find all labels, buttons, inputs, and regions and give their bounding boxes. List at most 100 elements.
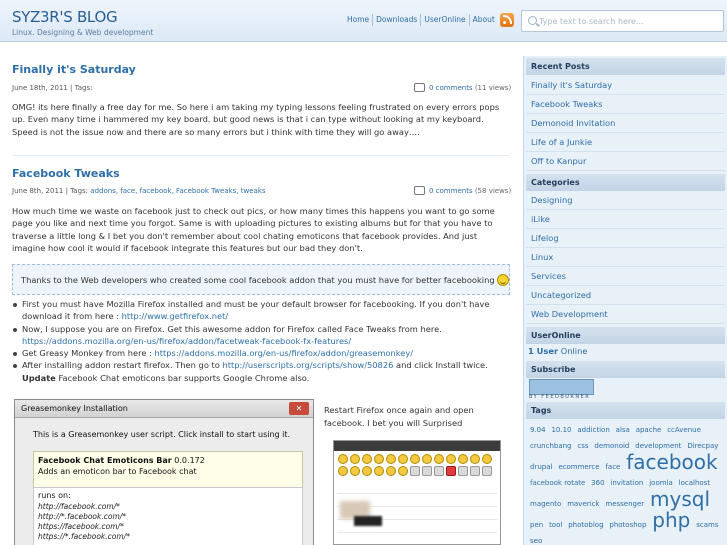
recent-posts-heading: Recent Posts (526, 58, 725, 75)
category-link[interactable]: iLike (526, 210, 725, 229)
close-icon: ✕ (289, 402, 309, 415)
category-link[interactable]: Lifelog (526, 229, 725, 248)
views-count: (58 views) (474, 187, 512, 195)
tag-link[interactable]: ecommerce (558, 463, 599, 471)
tag-link[interactable]: facebook rotate (530, 479, 585, 487)
tag-link[interactable]: maverick (567, 500, 599, 508)
list-item-text: First you must have Mozilla Firefox inst… (22, 299, 490, 322)
list-item: Now, I suppose you are on Firefox. Get t… (12, 323, 512, 348)
nav-useronline[interactable]: UserOnline (421, 14, 470, 26)
search-icon (528, 16, 537, 25)
emoticon-screenshot (333, 440, 501, 545)
list-item: First you must have Mozilla Firefox inst… (12, 298, 512, 323)
post-date: June 18th, 2011 | Tags: (12, 84, 93, 92)
tag-link[interactable]: photoshop (609, 521, 646, 529)
emoticon-icon (350, 454, 360, 464)
tags-heading: Tags (526, 402, 725, 419)
post-meta: June 18th, 2011 | Tags: (12, 84, 93, 92)
blog-title[interactable]: SYZ3R'S BLOG (12, 8, 118, 26)
dialog-title: Greasemonkey Installation (21, 404, 128, 413)
tag-link[interactable]: pen (530, 521, 543, 529)
comments-info: 0 comments (58 views) (414, 186, 511, 195)
post-meta: June 8th, 2011 | Tags: addons, face, fac… (12, 187, 266, 195)
tag-link[interactable]: alsa (616, 426, 630, 434)
sidebar: Recent Posts Finally it's Saturday Faceb… (523, 56, 727, 545)
tag-link[interactable]: apache (636, 426, 662, 434)
blurred-name (354, 516, 382, 526)
tag-link[interactable]: joomla (649, 479, 673, 487)
tag-link[interactable]: face (605, 463, 620, 471)
tag-link[interactable]: photoblog (568, 521, 603, 529)
category-link[interactable]: Designing (526, 191, 725, 210)
feedburner-badge[interactable] (529, 379, 594, 395)
comment-icon (414, 83, 425, 92)
useronline-number[interactable]: 1 User (528, 346, 558, 356)
tag-link[interactable]: development (635, 442, 681, 450)
emoticon-icon (422, 454, 432, 464)
list-item-link[interactable]: http://userscripts.org/scripts/show/5082… (223, 360, 394, 370)
tag-link[interactable]: 9.04 (530, 426, 546, 434)
script-name: Facebook Chat Emoticons Bar (38, 456, 172, 465)
tag-link[interactable]: ccAvenue (667, 426, 701, 434)
list-item-text: After installing addon restart firefox. … (22, 360, 220, 371)
comments-link[interactable]: 0 comments (429, 187, 473, 195)
tag-link[interactable]: Direcpay (687, 442, 718, 450)
comments-info: 0 comments (11 views) (414, 83, 511, 92)
steps-list: First you must have Mozilla Firefox inst… (12, 298, 512, 384)
runs-on-label: runs on: (38, 491, 71, 500)
nav-home[interactable]: Home (344, 14, 374, 26)
post-body: OMG! its here finally a free day for me.… (12, 102, 500, 137)
post-date: June 8th, 2011 | Tags: (12, 187, 89, 195)
tag-link[interactable]: invitation (610, 479, 643, 487)
category-link[interactable]: Web Development (526, 305, 725, 324)
search-box (521, 10, 724, 32)
script-desc: Adds an emoticon bar to Facebook chat (38, 467, 197, 476)
post-title[interactable]: Finally it's Saturday (12, 63, 136, 76)
chat-header (334, 441, 500, 451)
recent-post-link[interactable]: Demonoid Invitation (526, 114, 725, 133)
rss-icon[interactable] (500, 13, 514, 27)
tag-link[interactable]: 10.10 (551, 426, 571, 434)
search-input[interactable] (539, 14, 719, 28)
list-item-link[interactable]: https://addons.mozilla.org/en-us/firefox… (22, 336, 351, 346)
tag-link[interactable]: messenger (605, 500, 644, 508)
tag-cloud: 9.04 10.10 addiction alsa apache ccAvenu… (530, 422, 722, 545)
tag-link[interactable]: localhost (679, 479, 710, 487)
restart-text: Restart Firefox once again and open face… (324, 405, 474, 428)
tag-link[interactable]: scams (696, 521, 718, 529)
post-title[interactable]: Facebook Tweaks (12, 167, 120, 180)
category-link[interactable]: Uncategorized (526, 286, 725, 305)
tag-link[interactable]: css (577, 442, 588, 450)
list-item-link[interactable]: http://www.getfirefox.net/ (122, 311, 229, 321)
emoticon-icon (350, 466, 360, 476)
nav-about[interactable]: About (470, 14, 498, 26)
tag-link[interactable]: php (652, 508, 690, 532)
nav-downloads[interactable]: Downloads (373, 14, 422, 26)
tag-link[interactable]: drupal (530, 463, 552, 471)
list-item-link[interactable]: https://addons.mozilla.org/en-us/firefox… (155, 348, 414, 358)
tag-link[interactable]: magento (530, 500, 561, 508)
emoticon-icon (386, 454, 396, 464)
category-link[interactable]: Linux (526, 248, 725, 267)
recent-post-link[interactable]: Life of a Junkie (526, 133, 725, 152)
tag-link[interactable]: seo (530, 537, 542, 545)
comments-link[interactable]: 0 comments (429, 84, 473, 92)
recent-post-link[interactable]: Off to Kanpur (526, 152, 725, 171)
post-tags[interactable]: addons, face, facebook, Facebook Tweaks,… (90, 187, 265, 195)
emoticon-icon (338, 454, 348, 464)
tag-link[interactable]: facebook (626, 450, 717, 474)
tag-link[interactable]: tool (549, 521, 562, 529)
category-link[interactable]: Services (526, 267, 725, 286)
quote-box: Thanks to the Web developers who created… (12, 264, 510, 295)
dialog-message: This is a Greasemonkey user script. Clic… (33, 430, 291, 439)
useronline-count: 1 User Online (528, 346, 587, 356)
tag-link[interactable]: addiction (577, 426, 609, 434)
recent-post-link[interactable]: Finally it's Saturday (526, 76, 725, 95)
recent-post-link[interactable]: Facebook Tweaks (526, 95, 725, 114)
tag-link[interactable]: 360 (591, 479, 604, 487)
runs-on-url: https://*.facebook.com/* (38, 532, 130, 541)
tag-link[interactable]: crunchbang (530, 442, 572, 450)
emoticon-icon (446, 454, 456, 464)
tag-link[interactable]: demonoid (594, 442, 629, 450)
list-item-bold: Update (22, 372, 56, 383)
